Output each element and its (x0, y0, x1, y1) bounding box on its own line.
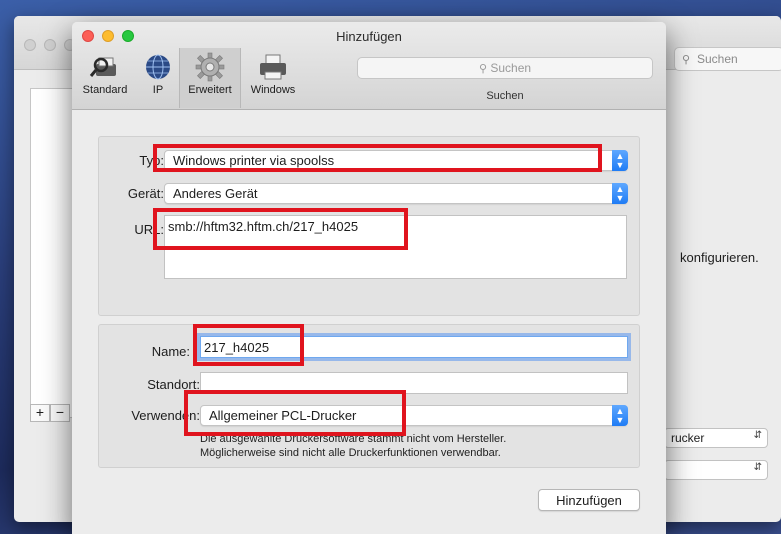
bg-select-2[interactable]: ⇵ (664, 460, 768, 480)
bg-info-text: konfigurieren. (680, 250, 759, 265)
chevron-updown-icon: ⇵ (753, 462, 762, 473)
bg-search-input[interactable]: ⚲ Suchen (674, 47, 781, 71)
driver-note-line-2: Möglicherweise sind nicht alle Druckerfu… (200, 447, 501, 459)
tab-windows[interactable]: Windows (243, 48, 303, 108)
bg-select-1[interactable]: rucker ⇵ (664, 428, 768, 448)
tab-erweitert-label: Erweitert (188, 84, 232, 96)
chevron-updown-icon: ▲ ▼ (612, 405, 628, 426)
dialog-toolbar: Hinzufügen Standard IP Erweitert Windows… (72, 22, 666, 110)
tab-ip[interactable]: IP (138, 48, 178, 108)
name-label: Name: (151, 344, 190, 359)
bg-search-placeholder: Suchen (697, 52, 738, 66)
tab-erweitert[interactable]: Erweitert (179, 48, 241, 108)
driver-note: Die ausgewählte Druckersoftware stammt n… (200, 432, 506, 460)
tab-ip-label: IP (152, 84, 164, 96)
printer-search-icon (89, 57, 116, 77)
printer-icon (260, 54, 286, 80)
bg-minimize-button[interactable] (44, 39, 56, 51)
toolbar-search-placeholder: Suchen (490, 61, 532, 75)
tab-standard-label: Standard (82, 84, 128, 96)
chevron-updown-icon: ⇵ (753, 430, 762, 441)
chevron-updown-icon: ▲ ▼ (612, 183, 628, 204)
add-button[interactable]: Hinzufügen (538, 489, 640, 511)
search-icon: ⚲ (478, 63, 487, 75)
device-popup[interactable]: Anderes Gerät ▲ ▼ (164, 183, 628, 204)
tab-standard[interactable]: Standard (74, 48, 136, 108)
toolbar-search-input[interactable]: ⚲ Suchen (357, 57, 653, 79)
bg-close-button[interactable] (24, 39, 36, 51)
device-label: Gerät: (127, 186, 164, 201)
add-printer-button[interactable]: + (30, 404, 50, 422)
toolbar-search-label: Suchen (486, 90, 524, 102)
search-icon: ⚲ (682, 54, 691, 66)
globe-icon (146, 54, 170, 80)
highlight-url (153, 208, 408, 250)
bg-select-1-value: rucker (671, 431, 705, 445)
highlight-name (193, 324, 304, 366)
highlight-driver (184, 390, 406, 436)
add-printer-dialog: Hinzufügen Standard IP Erweitert Windows… (72, 22, 666, 534)
highlight-type (153, 144, 602, 172)
dialog-title: Hinzufügen (336, 29, 402, 44)
gear-icon (195, 52, 225, 82)
chevron-updown-icon: ▲ ▼ (612, 150, 628, 171)
tab-windows-label: Windows (250, 84, 296, 96)
remove-printer-button[interactable]: − (50, 404, 70, 422)
device-value: Anderes Gerät (173, 186, 258, 201)
